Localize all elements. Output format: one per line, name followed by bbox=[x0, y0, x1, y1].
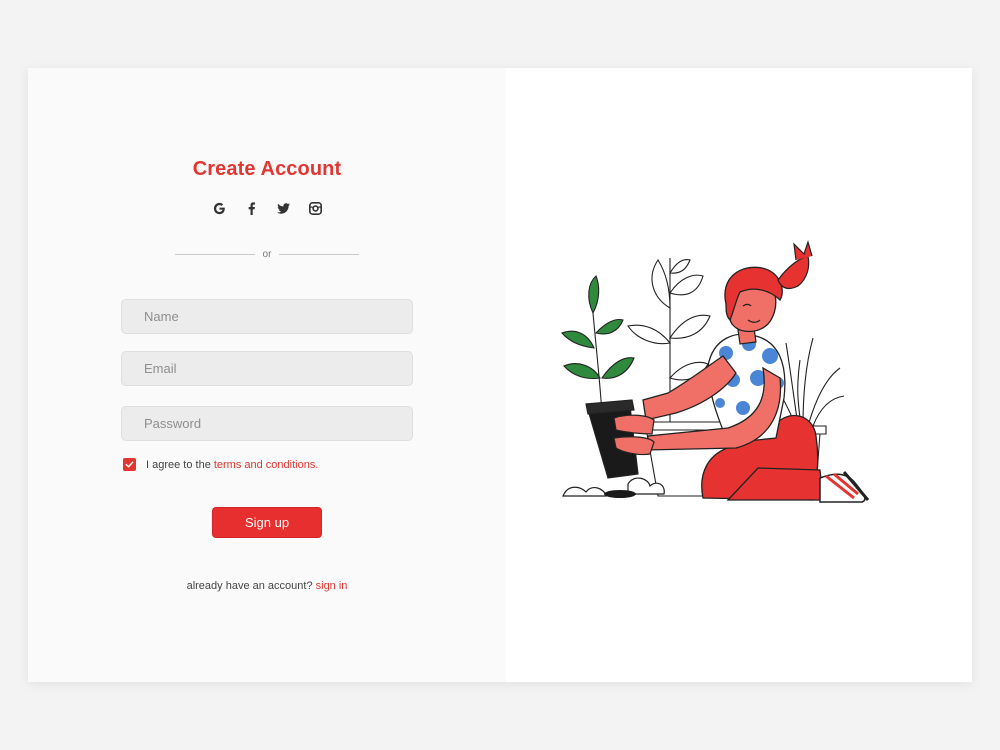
form-panel: Create Account or Name Email I agree to … bbox=[28, 68, 506, 682]
password-input[interactable] bbox=[121, 406, 413, 441]
facebook-icon[interactable] bbox=[244, 200, 258, 216]
email-input[interactable] bbox=[121, 351, 413, 386]
have-account-text: already have an account? bbox=[186, 580, 313, 592]
or-divider: or bbox=[175, 246, 359, 262]
social-login-row bbox=[28, 200, 506, 216]
sign-up-button[interactable]: Sign up bbox=[212, 507, 322, 538]
terms-link[interactable]: terms and conditions. bbox=[214, 459, 319, 471]
name-input[interactable] bbox=[121, 299, 413, 334]
google-icon[interactable] bbox=[212, 200, 226, 216]
divider-label: or bbox=[262, 248, 272, 260]
terms-agreement: I agree to the terms and conditions. bbox=[123, 458, 318, 471]
page-title: Create Account bbox=[192, 158, 342, 180]
woman-planting-illustration bbox=[561, 239, 870, 503]
illustration-panel bbox=[506, 68, 972, 682]
divider-line-left bbox=[175, 253, 255, 255]
checkmark-icon bbox=[125, 461, 134, 468]
twitter-icon[interactable] bbox=[276, 200, 290, 216]
signup-card: Create Account or Name Email I agree to … bbox=[28, 68, 972, 682]
agree-text: I agree to the bbox=[146, 458, 211, 471]
terms-checkbox[interactable] bbox=[123, 458, 136, 471]
sign-in-link[interactable]: sign in bbox=[316, 580, 348, 592]
signin-prompt: already have an account? sign in bbox=[28, 580, 506, 592]
instagram-icon[interactable] bbox=[308, 200, 322, 216]
divider-line-right bbox=[279, 253, 359, 255]
